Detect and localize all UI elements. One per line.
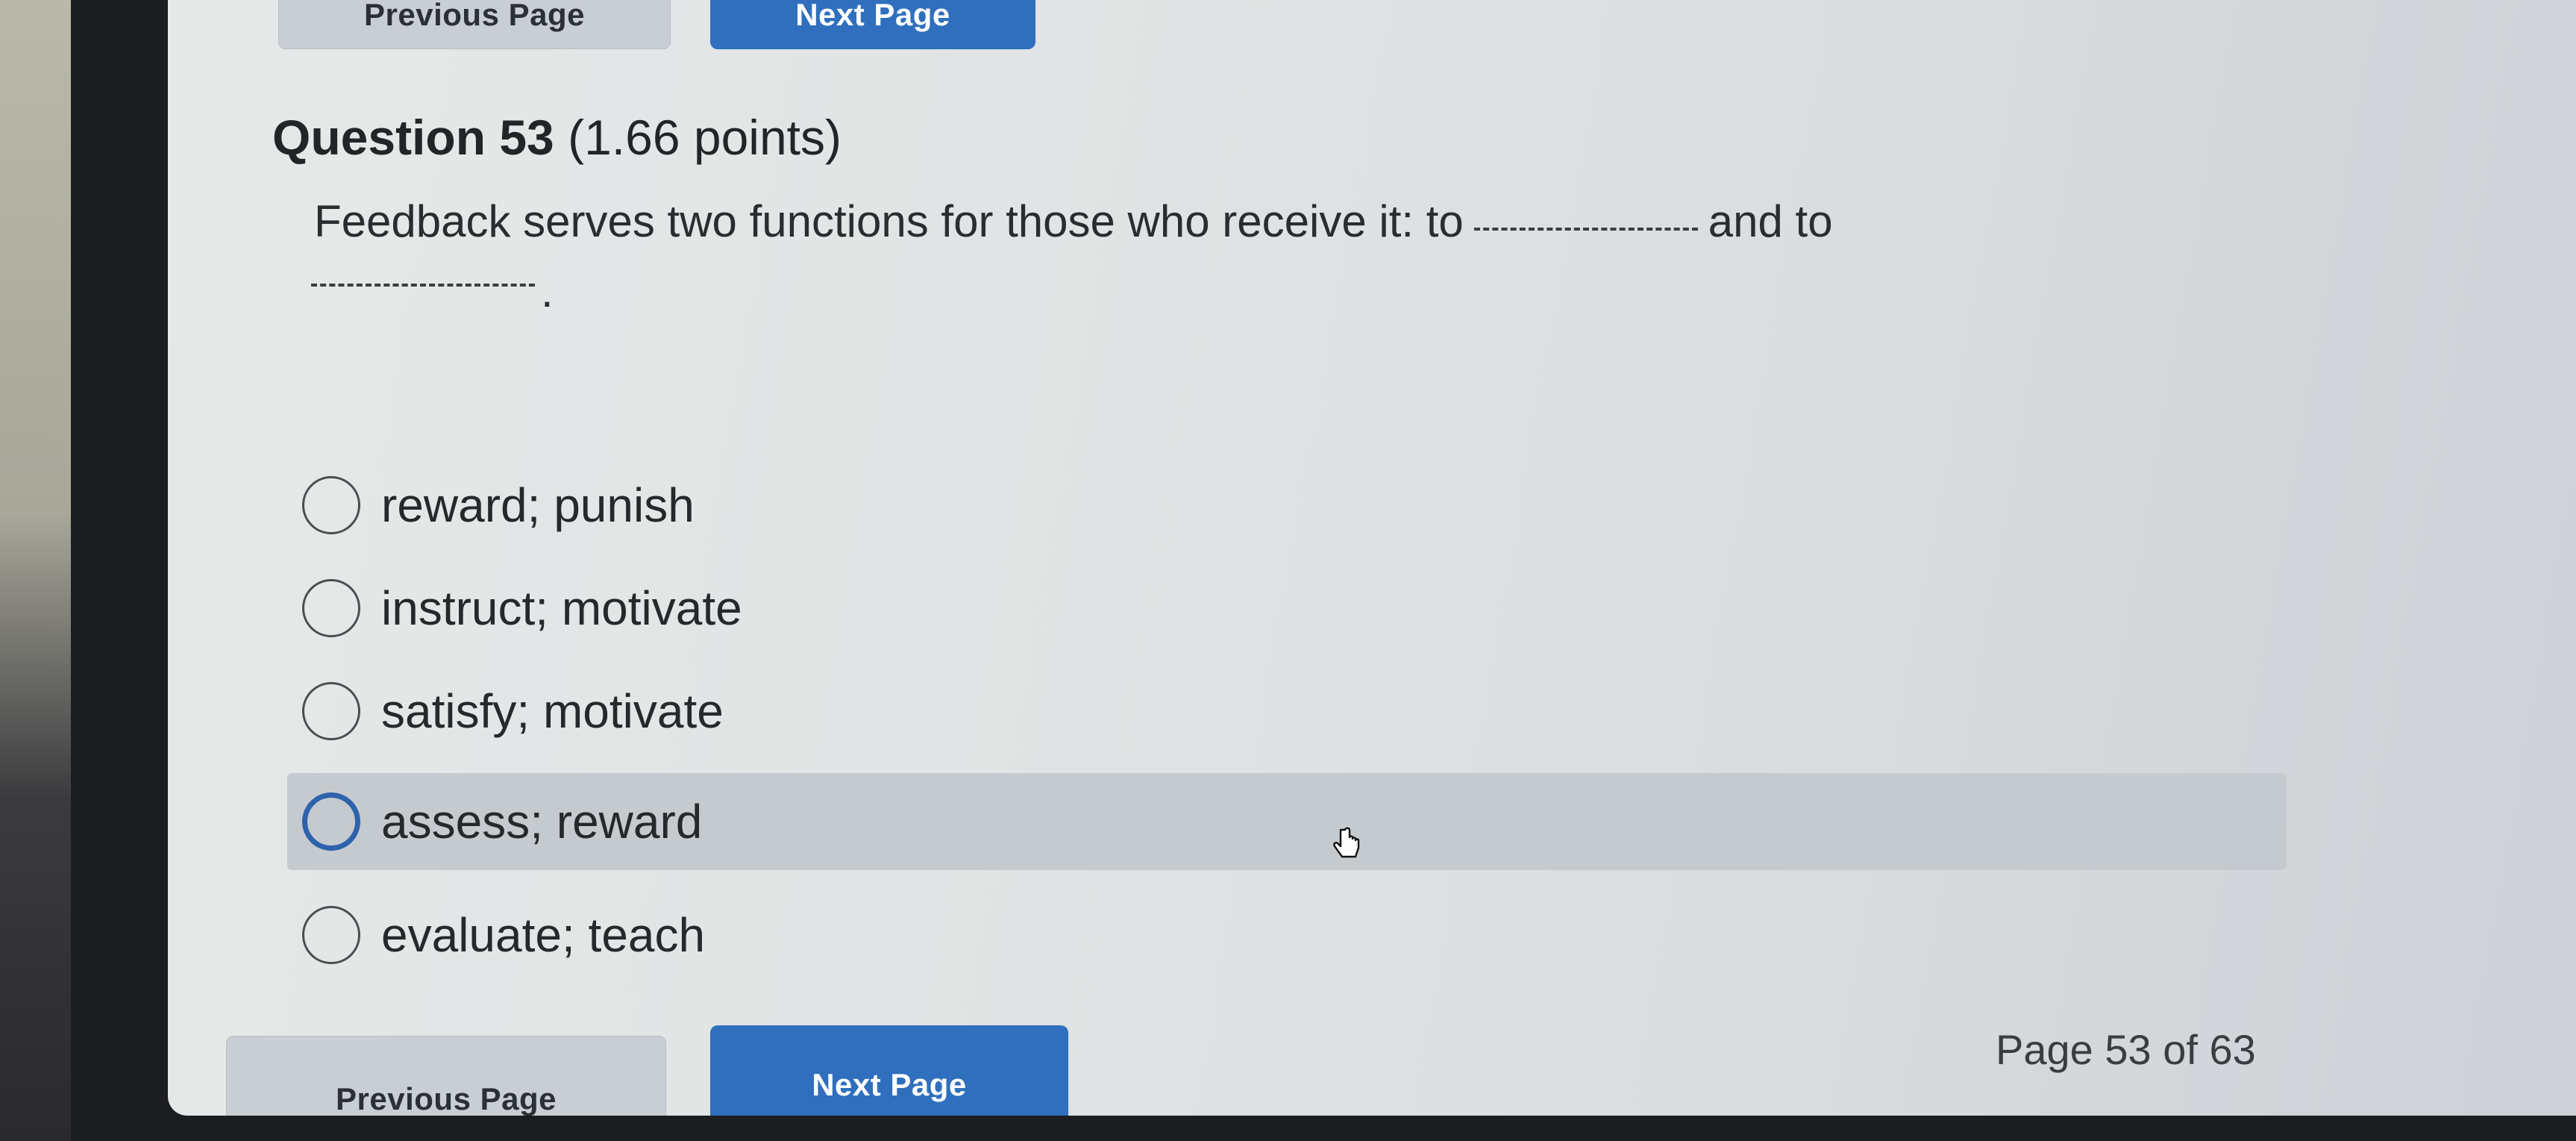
answer-option-label: assess; reward xyxy=(381,795,703,848)
blank-line-2 xyxy=(311,284,535,287)
answer-option-4[interactable]: assess; reward xyxy=(287,773,2287,870)
blank-line-1 xyxy=(1473,228,1698,231)
answer-option-2[interactable]: instruct; motivate xyxy=(287,567,2287,649)
answer-option-label: instruct; motivate xyxy=(381,581,742,635)
previous-page-button-top[interactable]: Previous Page xyxy=(278,0,671,49)
radio-button-icon[interactable] xyxy=(302,793,360,851)
question-text-part1: Feedback serves two functions for those … xyxy=(314,196,1464,246)
radio-button-icon[interactable] xyxy=(302,682,360,740)
answer-option-label: reward; punish xyxy=(381,478,695,532)
answer-option-5[interactable]: evaluate; teach xyxy=(287,894,2287,976)
question-title: Question 53 (1.66 points) xyxy=(272,109,842,166)
question-points: (1.66 points) xyxy=(568,110,842,165)
question-text-part2: and to xyxy=(1708,196,1833,246)
radio-button-icon[interactable] xyxy=(302,906,360,964)
answer-option-label: evaluate; teach xyxy=(381,908,706,962)
page-indicator: Page 53 of 63 xyxy=(1996,1026,2256,1073)
answer-option-3[interactable]: satisfy; motivate xyxy=(287,670,2287,752)
hand-pointer-icon xyxy=(1333,827,1360,858)
next-page-button-bottom[interactable]: Next Page xyxy=(710,1025,1068,1116)
question-number: Question 53 xyxy=(272,110,554,165)
previous-page-button-bottom[interactable]: Previous Page xyxy=(226,1036,666,1116)
quiz-screen: Previous Page Next Page Question 53 (1.6… xyxy=(168,0,2576,1116)
question-text: Feedback serves two functions for those … xyxy=(314,196,1833,247)
question-text-end: . xyxy=(541,266,554,316)
radio-button-icon[interactable] xyxy=(302,579,360,637)
radio-button-icon[interactable] xyxy=(302,476,360,534)
answer-option-1[interactable]: reward; punish xyxy=(287,464,2287,546)
answer-option-label: satisfy; motivate xyxy=(381,684,724,738)
next-page-button-top[interactable]: Next Page xyxy=(710,0,1035,49)
